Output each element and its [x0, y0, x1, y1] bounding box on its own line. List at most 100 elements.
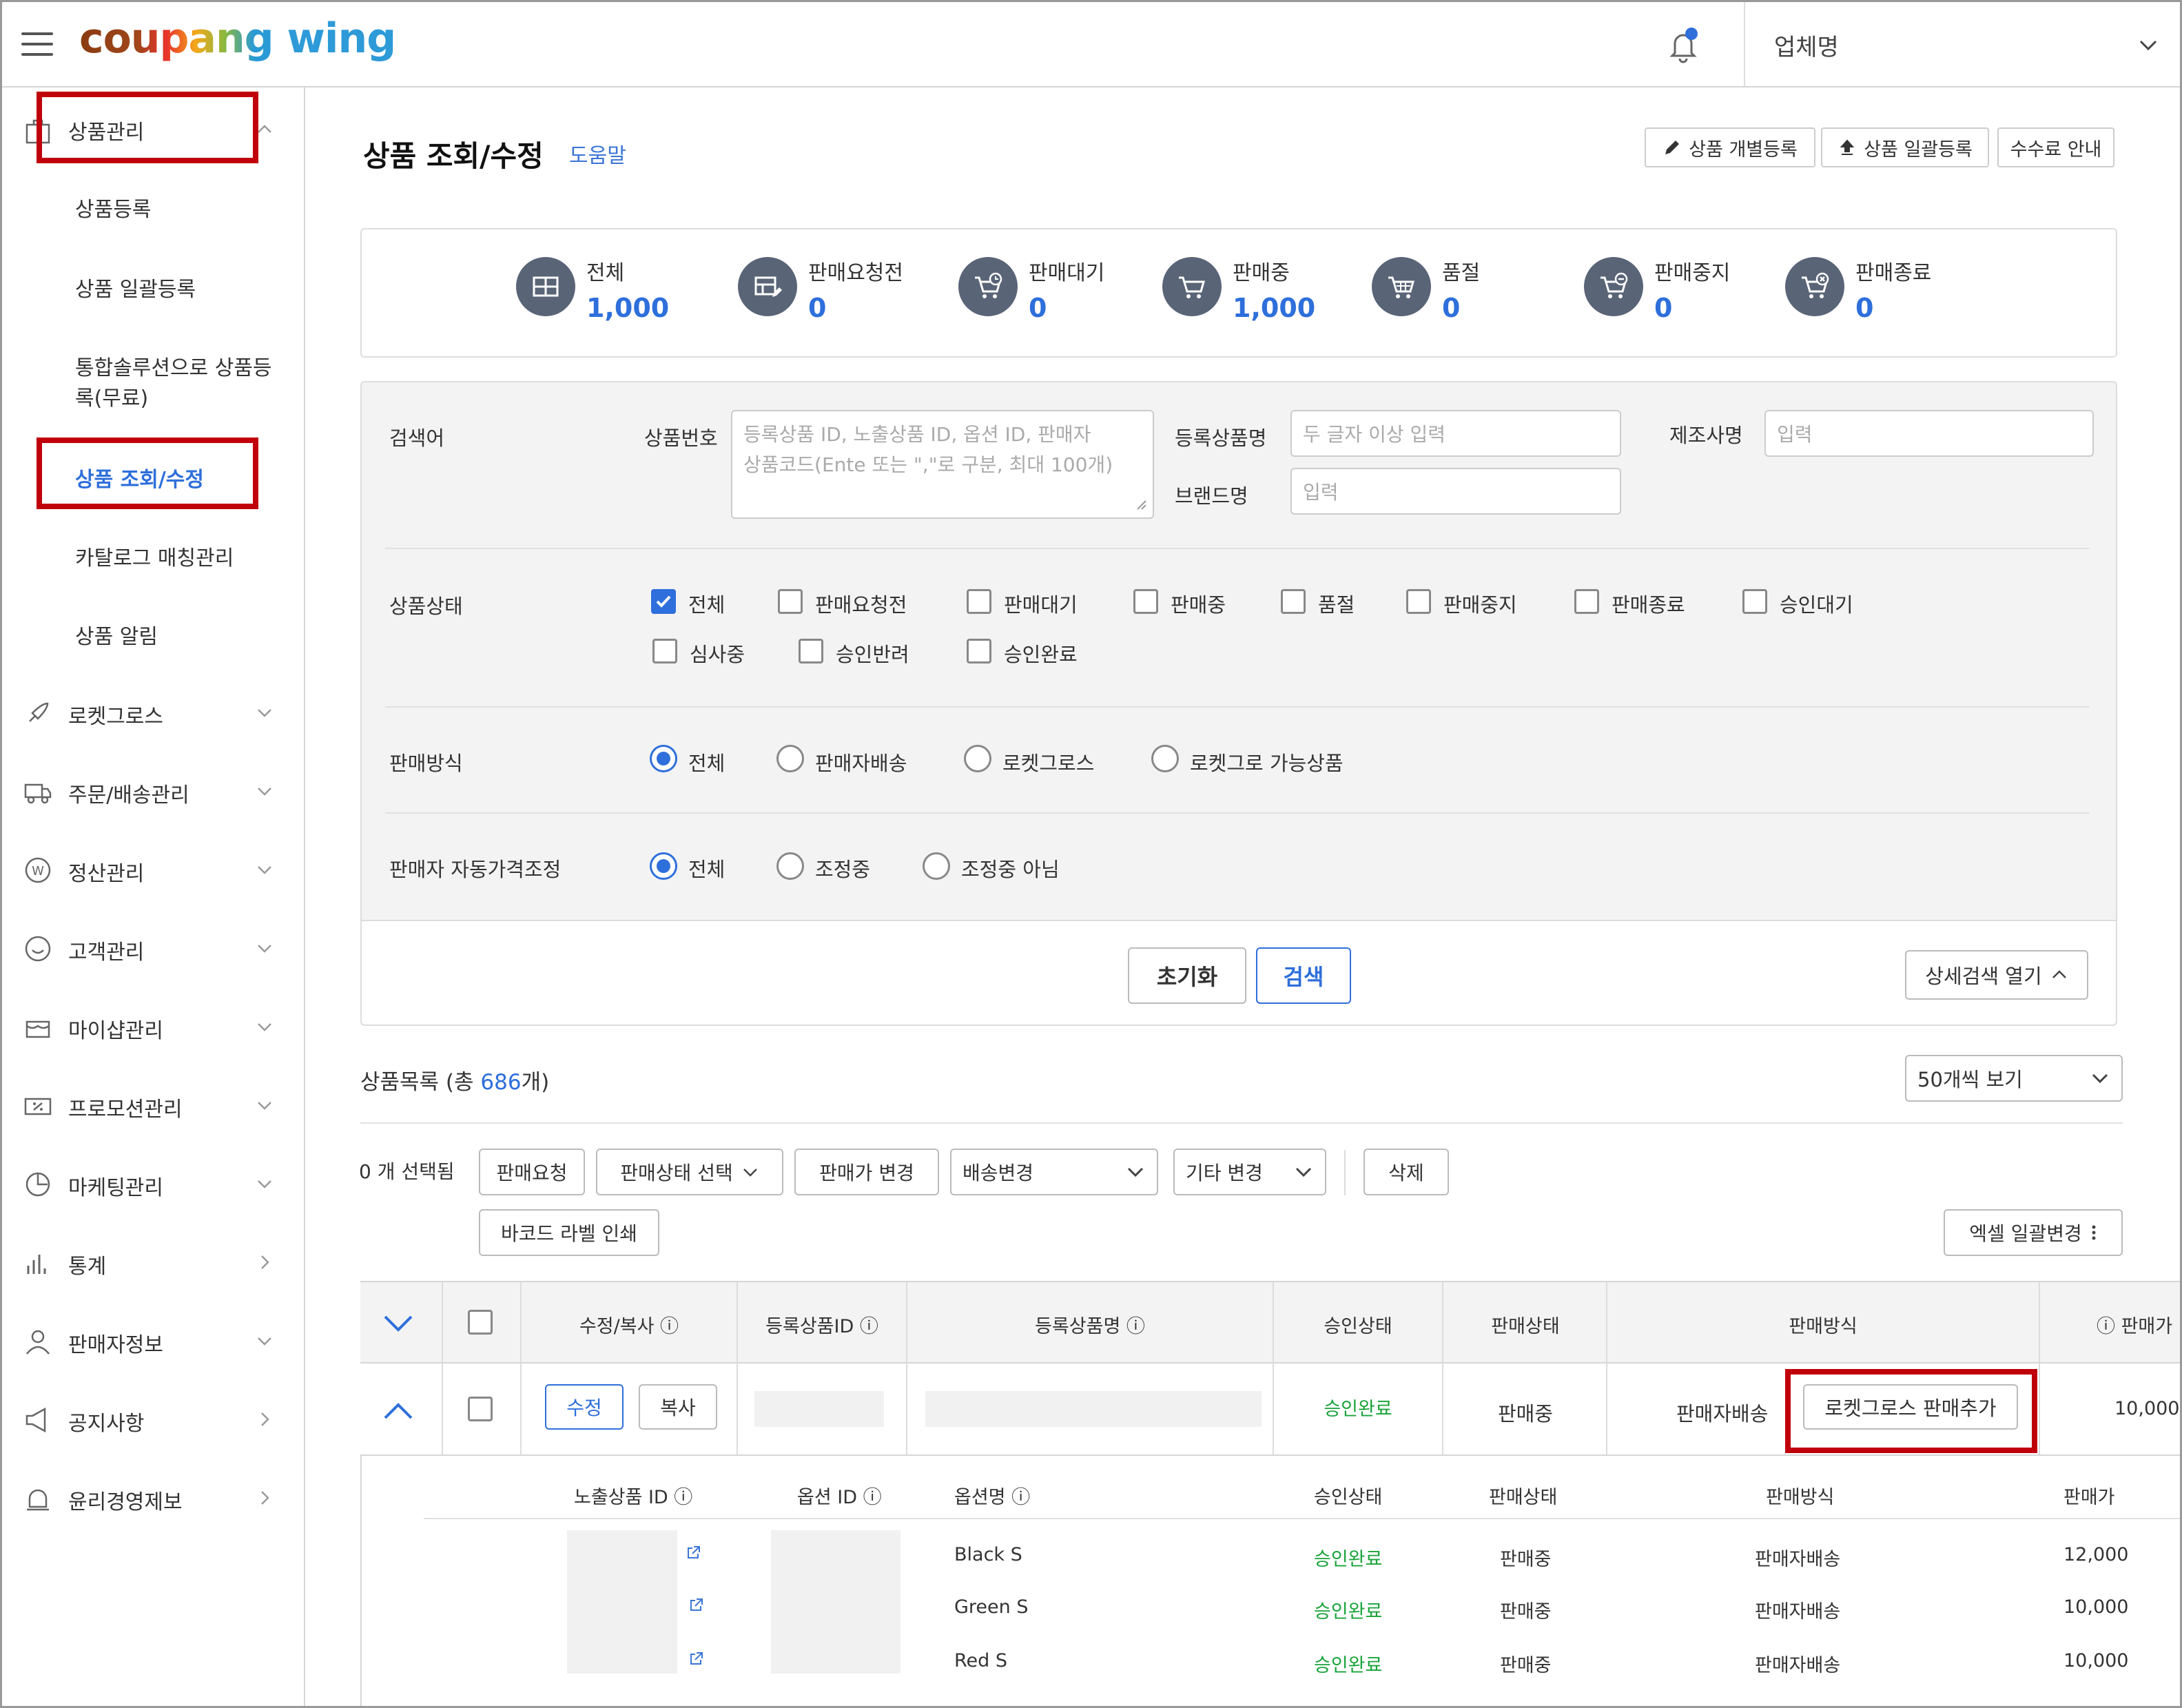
status-checkbox-sold-out[interactable]	[1281, 589, 1306, 614]
method-radio-rocketgrowth[interactable]	[964, 745, 991, 772]
chevron-down-icon[interactable]	[256, 1175, 274, 1193]
sidebar-sub-catalog[interactable]: 카탈로그 매칭관리	[75, 541, 234, 571]
sidebar-sub-bulk-register[interactable]: 상품 일괄등록	[75, 272, 196, 302]
row-checkbox[interactable]	[468, 1397, 493, 1421]
collapse-row-chevron-icon[interactable]	[382, 1399, 414, 1423]
button-label: 엑셀 일괄변경	[1969, 1222, 2082, 1245]
stat-on-sale[interactable]: 판매중 1,000	[1162, 257, 1315, 323]
sidebar-item-ethics[interactable]: 윤리경영제보	[68, 1485, 183, 1515]
sidebar-item-notice[interactable]: 공지사항	[68, 1406, 144, 1437]
reset-button[interactable]: 초기화	[1128, 947, 1246, 1004]
chevron-down-icon	[1127, 1167, 1144, 1177]
single-register-button[interactable]: 상품 개별등록	[1645, 127, 1815, 167]
stat-suspended[interactable]: 판매중지 0	[1584, 257, 1730, 323]
sidebar-item-myshop[interactable]: 마이샵관리	[68, 1014, 163, 1044]
status-checkbox-ended[interactable]	[1574, 589, 1599, 614]
cart-minus-icon	[1601, 272, 1628, 298]
sale-request-button[interactable]: 판매요청	[479, 1149, 585, 1195]
chevron-right-icon[interactable]	[256, 1253, 274, 1271]
reg-name-input[interactable]: 두 글자 이상 입력	[1290, 410, 1621, 457]
brand-input[interactable]: 입력	[1290, 468, 1621, 515]
status-checkbox-waiting[interactable]	[967, 589, 991, 614]
edit-button[interactable]: 수정	[545, 1384, 624, 1430]
chevron-down-icon[interactable]	[256, 861, 274, 878]
list-title-suffix: 개)	[521, 1070, 550, 1095]
status-checkbox-approval-wait[interactable]	[1742, 589, 1767, 614]
sidebar-item-orders[interactable]: 주문/배송관리	[68, 778, 189, 808]
sidebar-item-customer[interactable]: 고객관리	[68, 935, 144, 965]
status-checkbox-approved[interactable]	[967, 639, 991, 663]
detail-search-toggle[interactable]: 상세검색 열기	[1905, 950, 2088, 1000]
chevron-down-icon[interactable]	[256, 1332, 274, 1350]
chevron-down-icon[interactable]	[2137, 34, 2160, 57]
sidebar-item-settlement[interactable]: 정산관리	[68, 856, 144, 887]
status-checkbox-on-sale[interactable]	[1133, 589, 1158, 614]
check-icon	[656, 595, 671, 608]
auto-radio-adjusting[interactable]	[776, 852, 804, 880]
excel-bulk-change-button[interactable]: 엑셀 일괄변경	[1944, 1209, 2123, 1256]
sidebar-item-statistics[interactable]: 통계	[68, 1249, 106, 1279]
chevron-down-icon	[743, 1169, 757, 1177]
sidebar-item-seller-info[interactable]: 판매자정보	[68, 1328, 163, 1358]
option-sale-status: 판매중	[1500, 1601, 1552, 1623]
coupang-wing-logo[interactable]: coupang wing	[79, 14, 396, 63]
status-checkbox-reviewing[interactable]	[652, 639, 677, 663]
external-link-icon[interactable]	[687, 1596, 705, 1614]
bar-chart-icon	[27, 1255, 46, 1274]
sidebar-sub-product-register[interactable]: 상품등록	[75, 192, 151, 223]
stat-all[interactable]: 전체 1,000	[516, 257, 669, 323]
chevron-right-icon[interactable]	[256, 1410, 274, 1428]
auto-label-adjusting: 조정중	[815, 858, 871, 881]
notification-bell-icon[interactable]	[1663, 24, 1704, 65]
svg-text:W: W	[32, 864, 44, 878]
bulk-register-button[interactable]: 상품 일괄등록	[1821, 127, 1989, 167]
stat-waiting[interactable]: 판매대기 0	[958, 257, 1104, 323]
stat-before-request[interactable]: 판매요청전 0	[738, 257, 903, 323]
chevron-down-icon[interactable]	[256, 782, 274, 800]
method-radio-all[interactable]	[650, 745, 677, 772]
auto-radio-not-adjusting[interactable]	[923, 852, 950, 880]
auto-price-label: 판매자 자동가격조정	[389, 858, 562, 881]
search-button[interactable]: 검색	[1256, 947, 1351, 1004]
commission-guide-button[interactable]: 수수료 안내	[1997, 127, 2114, 167]
external-link-icon[interactable]	[687, 1650, 705, 1668]
method-radio-seller[interactable]	[776, 745, 804, 772]
company-name[interactable]: 업체명	[1774, 28, 1839, 62]
status-checkbox-rejected[interactable]	[799, 639, 823, 663]
status-checkbox-all[interactable]	[651, 589, 676, 614]
stat-label: 품절	[1442, 261, 1481, 285]
chevron-down-icon[interactable]	[256, 1018, 274, 1036]
auto-radio-all[interactable]	[650, 852, 677, 880]
stat-ended[interactable]: 판매종료 0	[1785, 257, 1931, 323]
sidebar-sub-integrated-solution[interactable]: 통합솔루션으로 상품등 록(무료)	[75, 351, 272, 411]
sale-status-select[interactable]: 판매상태 선택	[596, 1149, 783, 1195]
resize-handle-icon[interactable]	[1132, 495, 1147, 511]
sidebar-item-marketing[interactable]: 마케팅관리	[68, 1171, 163, 1201]
divider	[360, 1122, 2123, 1124]
status-checkbox-suspended[interactable]	[1406, 589, 1431, 614]
external-link-icon[interactable]	[684, 1544, 702, 1562]
chevron-down-icon[interactable]	[256, 1096, 274, 1114]
page-size-select[interactable]: 50개씩 보기	[1905, 1055, 2123, 1102]
barcode-print-button[interactable]: 바코드 라벨 인쇄	[479, 1209, 659, 1256]
shipping-change-select[interactable]: 배송변경	[950, 1149, 1158, 1195]
chevron-down-icon[interactable]	[256, 703, 274, 721]
chevron-down-icon[interactable]	[256, 939, 274, 957]
status-checkbox-before-request[interactable]	[778, 589, 803, 614]
product-no-textarea[interactable]: 등록상품 ID, 노출상품 ID, 옵션 ID, 판매자 상품코드(Ente 또…	[731, 410, 1154, 519]
select-all-checkbox[interactable]	[468, 1310, 493, 1335]
maker-input[interactable]: 입력	[1764, 410, 2094, 457]
price-change-button[interactable]: 판매가 변경	[794, 1149, 939, 1195]
other-change-select[interactable]: 기타 변경	[1173, 1149, 1326, 1195]
sidebar-item-promotion[interactable]: 프로모션관리	[68, 1092, 183, 1122]
method-radio-rocket-possible[interactable]	[1151, 745, 1179, 772]
delete-button[interactable]: 삭제	[1363, 1149, 1449, 1195]
stat-sold-out[interactable]: 품절 0	[1372, 257, 1480, 323]
sidebar-sub-product-alert[interactable]: 상품 알림	[75, 619, 158, 650]
sidebar-item-rocketgrowth[interactable]: 로켓그로스	[68, 699, 163, 730]
expand-all-chevron-icon[interactable]	[382, 1311, 414, 1335]
chevron-right-icon[interactable]	[256, 1489, 274, 1507]
help-link[interactable]: 도움말	[569, 138, 626, 169]
copy-button[interactable]: 복사	[639, 1384, 717, 1430]
hamburger-menu-icon[interactable]	[21, 32, 53, 56]
